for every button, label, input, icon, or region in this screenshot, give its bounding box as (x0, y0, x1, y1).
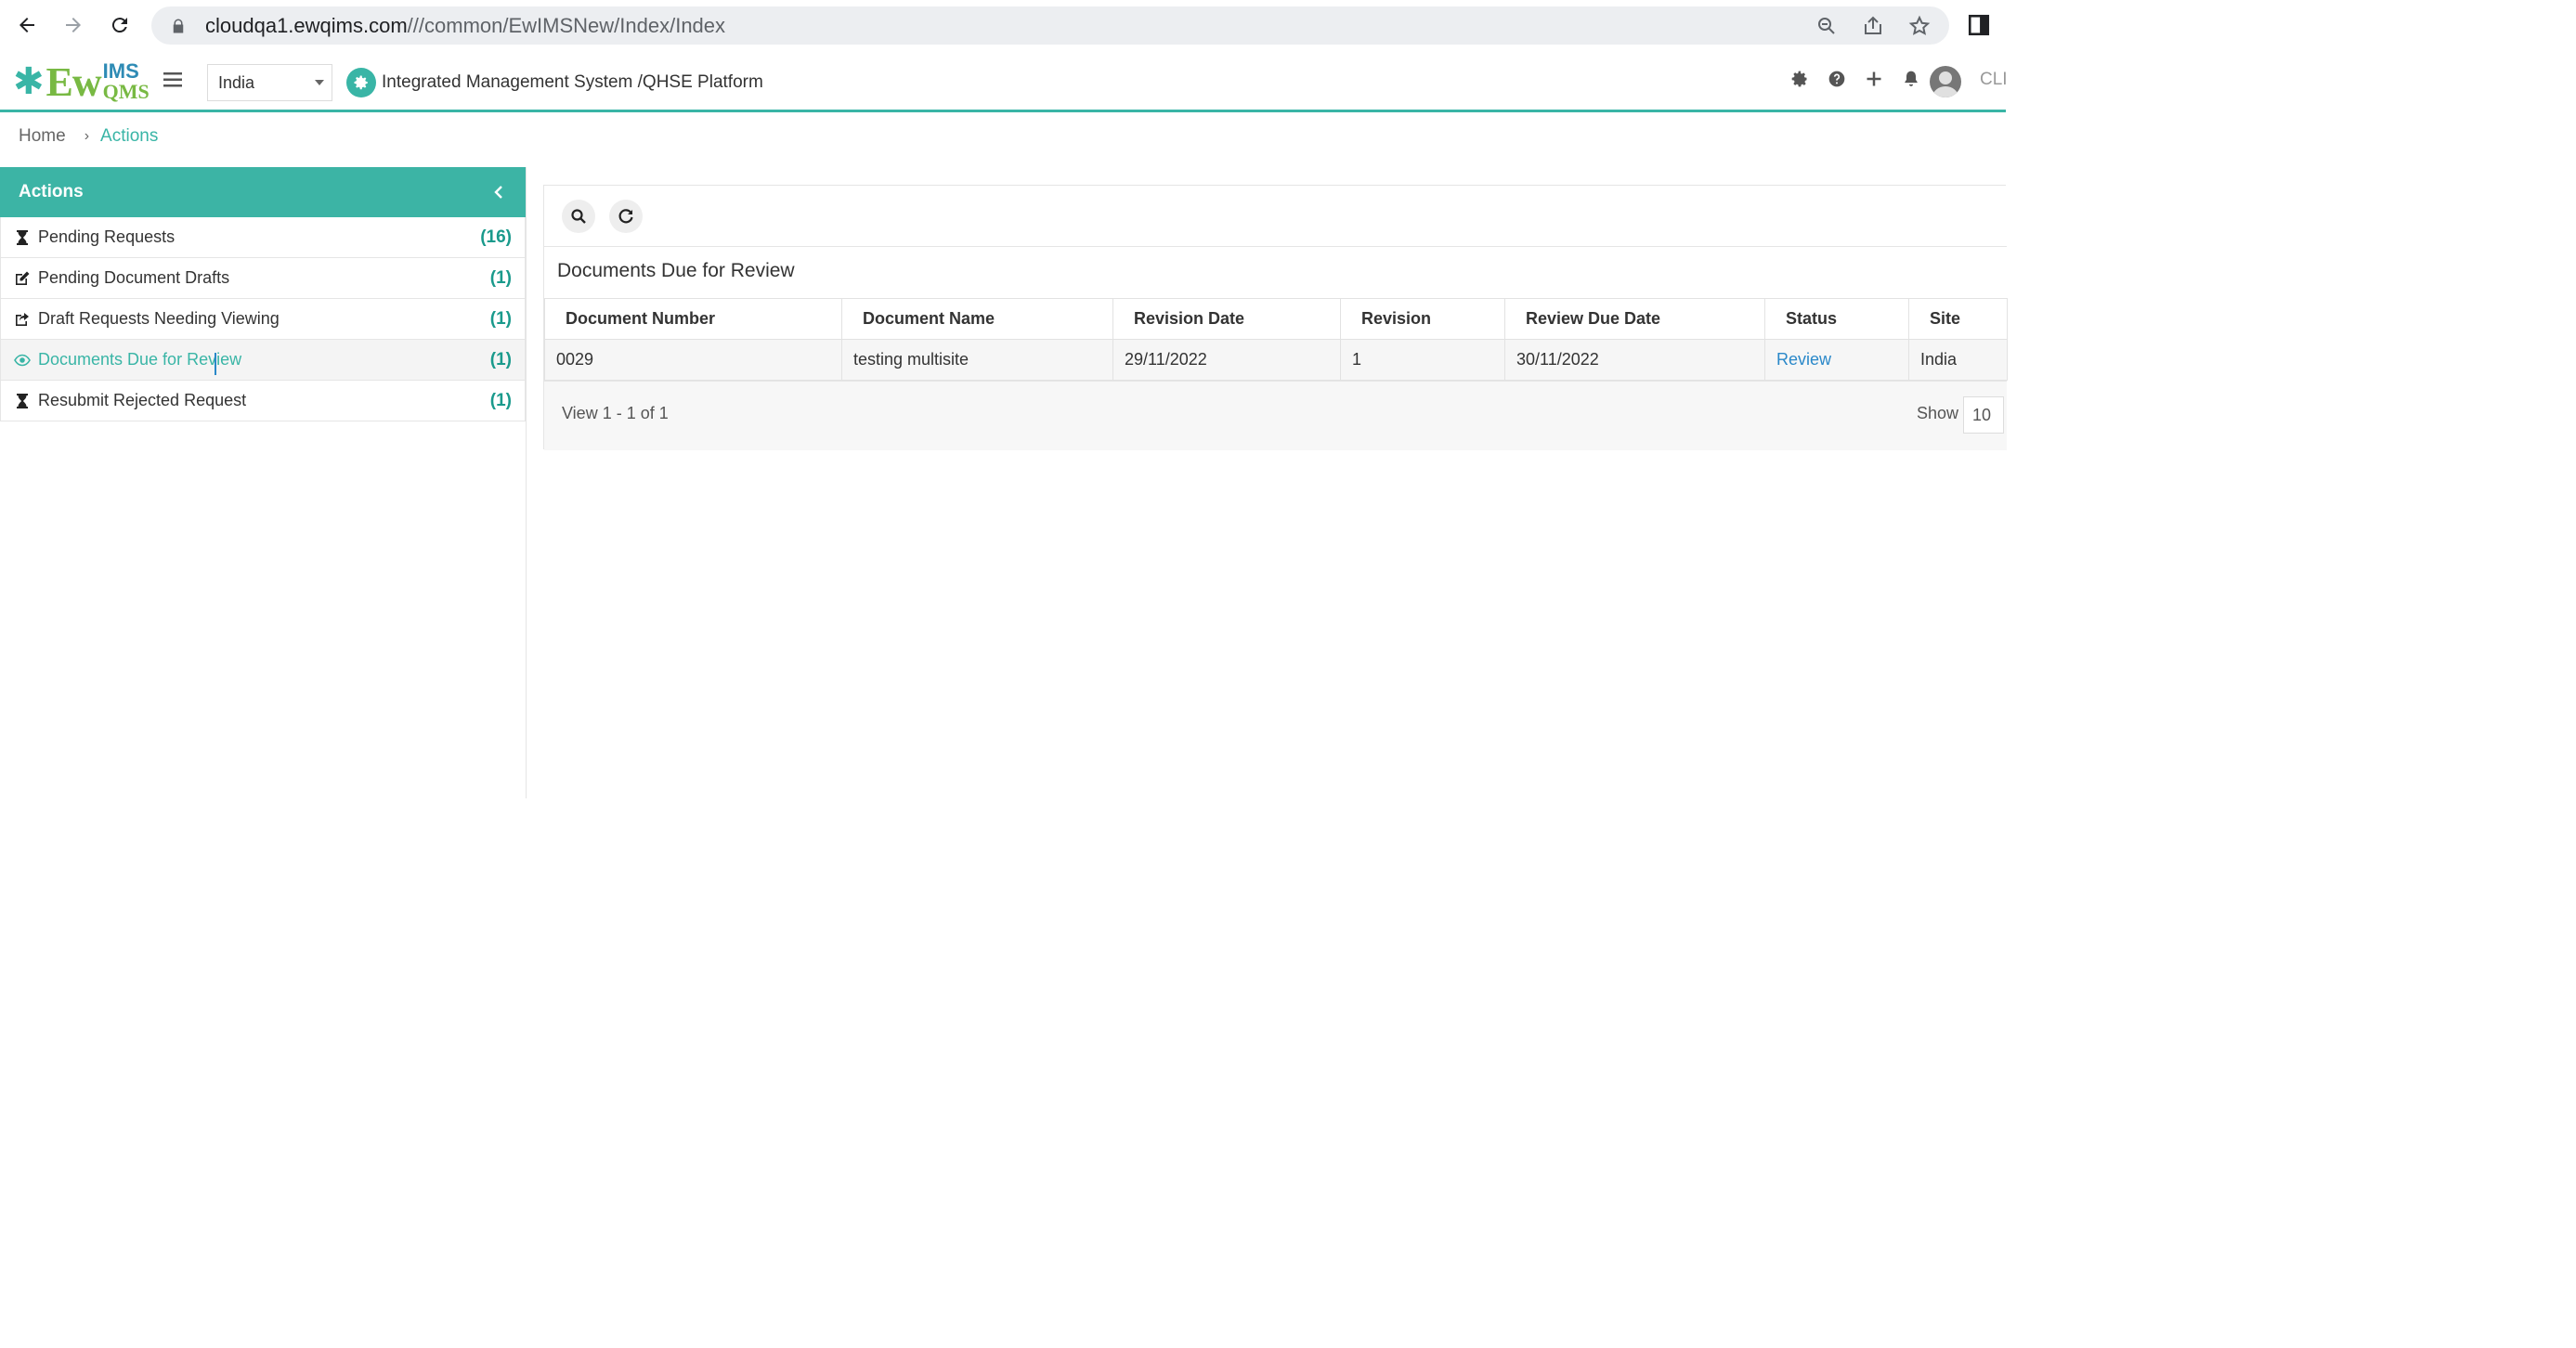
chevron-down-icon (315, 80, 324, 85)
actions-panel-title: Actions (19, 182, 84, 201)
app-header: ✱ Ew IMS QMS India Integrated Management… (0, 51, 2008, 112)
grid-pager: View 1 - 1 of 1 Show 10 (544, 381, 2007, 450)
col-header-revision[interactable]: Revision (1340, 298, 1505, 340)
actions-panel: Actions Pending Requests (16) Pending Do… (0, 167, 527, 798)
refresh-button[interactable] (609, 200, 643, 233)
app-root: cloudqa1.ewqims.com///common/EwIMSNew/In… (0, 0, 2008, 798)
site-select[interactable]: India (207, 64, 332, 101)
cell-revision: 1 (1340, 339, 1505, 381)
action-item-draft-requests-needing-viewing[interactable]: Draft Requests Needing Viewing (1) (0, 299, 526, 340)
chevron-right-icon: › (84, 128, 90, 144)
action-item-label: Pending Requests (38, 227, 176, 246)
lock-icon (173, 19, 184, 32)
col-header-site[interactable]: Site (1908, 298, 2008, 340)
reload-button[interactable] (106, 11, 134, 39)
reload-icon (111, 18, 127, 33)
forward-button[interactable] (59, 11, 87, 39)
arrow-left-icon (20, 18, 34, 32)
col-header-review-due-date[interactable]: Review Due Date (1504, 298, 1765, 340)
hourglass-icon (17, 393, 28, 408)
documents-grid-panel: Documents Due for Review Document Number… (543, 185, 2008, 450)
col-header-status[interactable]: Status (1764, 298, 1909, 340)
search-button[interactable] (562, 200, 595, 233)
action-item-label: Draft Requests Needing Viewing (38, 309, 280, 328)
help-icon[interactable] (1828, 70, 1846, 88)
pager-view-text: View 1 - 1 of 1 (562, 404, 669, 422)
platform-gear-icon (346, 68, 376, 97)
table-row[interactable]: 0029 testing multisite 29/11/2022 1 30/1… (544, 339, 2008, 381)
page-size-value: 10 (1972, 405, 1992, 424)
logo-ims: IMS (102, 59, 139, 83)
action-item-label: Pending Document Drafts (38, 268, 230, 287)
bookmark-star-icon[interactable] (1908, 15, 1931, 37)
search-icon (571, 209, 586, 224)
platform-heading: Integrated Management System /QHSE Platf… (346, 68, 763, 97)
action-item-count: (1) (489, 350, 512, 369)
ewqims-logo[interactable]: ✱ Ew IMS QMS (13, 58, 150, 105)
col-header-revision-date[interactable]: Revision Date (1112, 298, 1341, 340)
eye-icon (14, 354, 31, 366)
col-header-document-name[interactable]: Document Name (841, 298, 1113, 340)
omnibox-actions (1815, 6, 1931, 45)
cell-site: India (1908, 339, 2008, 381)
breadcrumb-home[interactable]: Home (19, 126, 66, 147)
user-avatar[interactable] (1930, 66, 1961, 97)
action-item-resubmit-rejected-request[interactable]: Resubmit Rejected Request (1) (0, 381, 526, 421)
breadcrumb: Home › Actions (19, 126, 158, 147)
logo-qms: QMS (102, 80, 150, 103)
action-item-label: Resubmit Rejected Request (38, 391, 247, 409)
logo-star-icon: ✱ (13, 61, 45, 102)
action-item-count: (1) (489, 268, 512, 288)
user-name[interactable]: CLI (1980, 70, 2008, 90)
action-item-pending-document-drafts[interactable]: Pending Document Drafts (1) (0, 258, 526, 299)
chevron-left-icon[interactable] (492, 184, 505, 201)
cell-revision-date: 29/11/2022 (1112, 339, 1341, 381)
action-item-documents-due-for-review[interactable]: Documents Due for Review (1) (0, 340, 526, 381)
logo-suffix: IMS QMS (103, 61, 150, 102)
review-link[interactable]: Review (1764, 339, 1909, 381)
settings-gear-icon[interactable] (1790, 70, 1809, 88)
edit-icon (16, 271, 30, 285)
text-cursor (215, 353, 216, 375)
breadcrumb-current: Actions (100, 126, 159, 146)
refresh-icon (618, 209, 633, 224)
hourglass-icon (17, 229, 28, 245)
actions-list: Pending Requests (16) Pending Document D… (0, 217, 526, 421)
col-header-document-number[interactable]: Document Number (544, 298, 842, 340)
logo-ew: Ew (46, 58, 102, 105)
cell-review-due-date: 30/11/2022 (1504, 339, 1765, 381)
side-panel-icon[interactable] (1967, 13, 1991, 37)
action-item-count: (1) (489, 391, 512, 410)
documents-table: Document Number Document Name Revision D… (544, 298, 2008, 381)
share-icon (16, 312, 29, 326)
back-button[interactable] (13, 11, 41, 39)
site-select-value: India (218, 72, 255, 92)
grid-title: Documents Due for Review (557, 260, 795, 281)
action-item-count: (16) (480, 227, 512, 247)
share-page-icon[interactable] (1862, 15, 1884, 37)
platform-title: Integrated Management System /QHSE Platf… (382, 72, 763, 92)
bell-icon[interactable] (1902, 70, 1920, 88)
browser-toolbar: cloudqa1.ewqims.com///common/EwIMSNew/In… (0, 0, 2006, 50)
url-text: cloudqa1.ewqims.com///common/EwIMSNew/In… (205, 14, 725, 38)
address-bar[interactable]: cloudqa1.ewqims.com///common/EwIMSNew/In… (151, 6, 1949, 45)
header-actions (1790, 70, 1920, 88)
page-size-select[interactable]: 10 (1963, 396, 2004, 434)
plus-icon[interactable] (1865, 70, 1883, 88)
url-host: cloudqa1.ewqims.com (205, 13, 408, 37)
zoom-icon[interactable] (1815, 15, 1838, 37)
action-item-label: Documents Due for Review (38, 350, 242, 369)
arrow-right-icon (66, 18, 81, 32)
cell-document-name: testing multisite (841, 339, 1113, 381)
user-icon (1932, 71, 1958, 97)
cell-document-number: 0029 (544, 339, 842, 381)
table-header-row: Document Number Document Name Revision D… (544, 298, 2008, 340)
grid-toolbar (544, 186, 2007, 247)
pager-show-label: Show (1917, 404, 1959, 422)
url-path: ///common/EwIMSNew/Index/Index (407, 13, 726, 37)
actions-panel-header: Actions (0, 167, 526, 217)
hamburger-menu-icon[interactable] (163, 71, 182, 88)
action-item-pending-requests[interactable]: Pending Requests (16) (0, 217, 526, 258)
action-item-count: (1) (489, 309, 512, 329)
